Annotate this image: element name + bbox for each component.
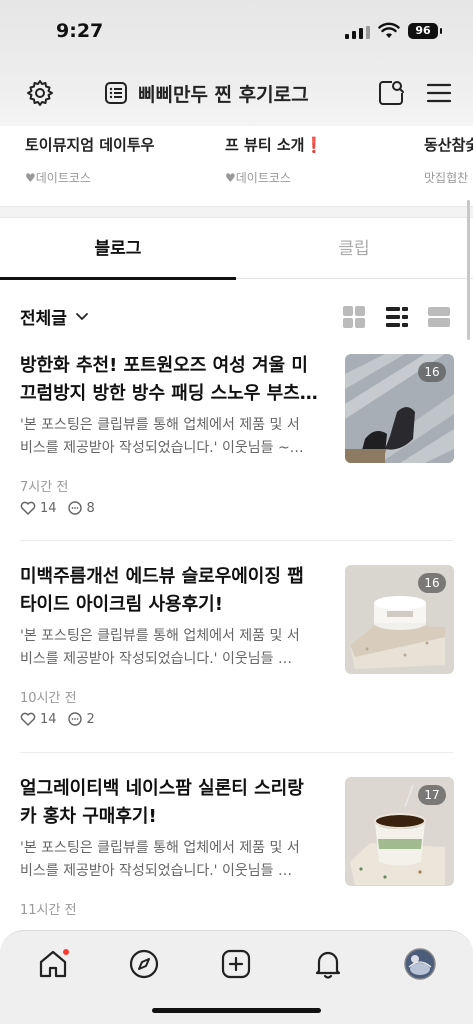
content-tabs: 블로그 클립 (0, 219, 473, 280)
featured-category: ♥데이트코스 (25, 171, 91, 185)
featured-card[interactable]: 프 뷰티 소개❗ ♥데이트코스 (225, 134, 323, 186)
blog-header: 삐삐만두 찐 후기로그 (0, 66, 473, 120)
image-count-badge: 16 (418, 573, 446, 593)
post-time: 11시간 전 (20, 903, 77, 918)
heart-icon[interactable] (20, 501, 36, 515)
home-indicator (152, 1008, 321, 1013)
featured-title: 동산참숯 (424, 136, 473, 154)
section-divider (0, 206, 473, 218)
featured-title: 토이뮤지엄 데이투우 (25, 136, 155, 154)
post-title: 얼그레이티백 네이스팜 실론티 스리랑 카 홍차 구매후기! (20, 778, 304, 827)
post-excerpt: '본 포스팅은 클립뷰를 통해 업체에서 제품 및 서 비스를 제공받아 작성되… (20, 628, 300, 667)
comment-icon[interactable] (67, 711, 83, 727)
post-title: 미백주름개선 에드뷰 슬로우에이징 팹 타이드 아이크림 사용후기! (20, 566, 304, 615)
chevron-down-icon (76, 312, 88, 320)
featured-card[interactable]: 동산참숯 맛집협찬 (424, 134, 473, 186)
post-thumbnail[interactable]: 17 (345, 777, 454, 886)
heart-icon[interactable] (20, 712, 36, 726)
profile-avatar[interactable] (403, 947, 437, 981)
filter-row: 전체글 (0, 296, 473, 336)
like-count: 14 (40, 500, 57, 516)
status-bar: 9:27 96 (0, 0, 473, 62)
post-time: 7시간 전 (20, 480, 69, 495)
comment-count: 8 (86, 500, 95, 516)
like-count: 14 (40, 711, 57, 727)
gear-icon[interactable] (25, 78, 55, 108)
featured-posts-strip: 토이뮤지엄 데이투우 ♥데이트코스 프 뷰티 소개❗ ♥데이트코스 동산참숯 맛… (0, 126, 473, 206)
list-doc-icon (105, 82, 127, 104)
post-thumbnail[interactable]: 16 (345, 565, 454, 674)
post-stats: 14 2 (20, 711, 95, 727)
featured-category: ♥데이트코스 (225, 171, 291, 185)
list-view-icon[interactable] (384, 304, 410, 330)
post-excerpt: '본 포스팅은 클립뷰를 통해 업체에서 제품 및 서 비스를 제공받아 작성되… (20, 417, 304, 456)
featured-category: 맛집협찬 (424, 171, 469, 185)
category-filter-dropdown[interactable]: 전체글 (20, 304, 89, 329)
notification-icon[interactable] (311, 947, 345, 981)
explore-icon[interactable] (127, 947, 161, 981)
image-count-badge: 16 (418, 362, 446, 382)
status-time: 9:27 (56, 20, 104, 42)
post-divider (20, 752, 453, 753)
category-filter-label: 전체글 (20, 309, 67, 329)
tab-clip[interactable]: 클립 (236, 219, 472, 279)
post-time: 10시간 전 (20, 691, 77, 706)
grid-view-icon[interactable] (341, 304, 367, 330)
notification-dot (63, 949, 69, 955)
blog-title: 삐삐만두 찐 후기로그 (138, 83, 309, 106)
wifi-icon (378, 22, 400, 38)
featured-title: 프 뷰티 소개 (225, 136, 305, 154)
post-title: 방한화 추천! 포트원오즈 여성 겨울 미 끄럼방지 방한 방수 패딩 스노우 … (20, 355, 318, 404)
blog-title-button[interactable]: 삐삐만두 찐 후기로그 (104, 78, 309, 108)
post-divider (20, 540, 453, 541)
post-excerpt: '본 포스팅은 클립뷰를 통해 업체에서 제품 및 서 비스를 제공받아 작성되… (20, 840, 300, 879)
add-post-icon[interactable] (219, 947, 253, 981)
image-count-badge: 17 (418, 785, 446, 805)
post-stats: 14 8 (20, 500, 95, 516)
comment-count: 2 (86, 711, 95, 727)
card-view-icon[interactable] (426, 304, 452, 330)
menu-icon[interactable] (424, 78, 454, 108)
signal-icon (345, 26, 370, 39)
post-thumbnail[interactable]: 16 (345, 354, 454, 463)
profile-search-icon[interactable] (376, 78, 406, 108)
exclamation-icon: ❗ (304, 136, 324, 154)
scrollbar[interactable] (467, 200, 470, 340)
comment-icon[interactable] (67, 500, 83, 516)
tab-blog[interactable]: 블로그 (0, 219, 236, 280)
battery-indicator: 96 (408, 23, 442, 39)
featured-card[interactable]: 토이뮤지엄 데이투우 ♥데이트코스 (25, 134, 154, 186)
